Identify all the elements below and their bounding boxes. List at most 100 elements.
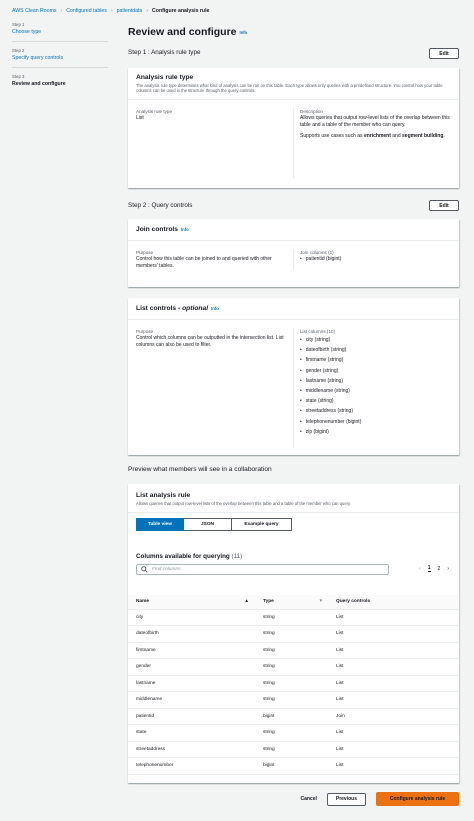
cell-type: string [255, 658, 328, 676]
header-label: Name [136, 599, 150, 605]
join-controls-card: Join controls Info Purpose Control how th… [128, 219, 459, 287]
list-item: gender (string) [300, 366, 451, 376]
table-row: lastname string List [128, 675, 459, 692]
cell-name: middlename [128, 691, 255, 709]
step-link-choose-type[interactable]: Choose type [12, 29, 108, 35]
info-link[interactable]: Info [211, 306, 219, 311]
chevron-right-icon[interactable]: › [447, 566, 449, 572]
wizard-step-1: Step 1 Choose type [12, 22, 108, 42]
step-number: Step 3 [12, 74, 25, 79]
field-value: Control which columns can be outputted i… [136, 335, 284, 348]
header-label: Type [263, 599, 274, 605]
rule-type-column: Analysis rule type List [136, 108, 294, 178]
cell-type: bigint [255, 757, 328, 775]
previous-button[interactable]: Previous [326, 792, 366, 806]
cell-name: state [128, 724, 255, 742]
chevron-left-icon[interactable]: ‹ [419, 566, 421, 572]
card-body: Analysis rule type List Description Allo… [128, 100, 459, 186]
step1-edit-button[interactable]: Edit [429, 48, 459, 59]
use-case-and: and [390, 133, 403, 139]
cell-name: lastname [128, 675, 255, 692]
list-item: city (string) [300, 335, 451, 345]
step2-edit-button[interactable]: Edit [429, 200, 459, 211]
cell-name: firstname [128, 642, 255, 659]
breadcrumb-link-configured-tables[interactable]: Configured tables [66, 8, 107, 14]
step1-heading: Step 1 : Analysis rule type [128, 49, 201, 56]
list-controls-title: List controls - [136, 305, 183, 312]
use-case-enrichment: enrichment [363, 133, 391, 139]
page-title: Review and configure Info [128, 26, 247, 38]
list-columns-column: List columns (10) city (string) dateofbi… [294, 328, 451, 448]
cell-type: string [255, 609, 328, 626]
cell-query-control: List [328, 642, 459, 659]
join-controls-title: Join controls [136, 226, 178, 233]
cell-query-control: List [328, 675, 459, 692]
cancel-button[interactable]: Cancel [300, 796, 316, 802]
table-row: state string List [128, 724, 459, 742]
step-number: Step 2 [12, 48, 25, 53]
analysis-rule-type-card: Analysis rule type The analysis rule typ… [128, 68, 459, 188]
list-item: lastname (string) [300, 376, 451, 386]
search-icon [141, 566, 148, 573]
column-header-name[interactable]: Name ▲ [128, 595, 255, 610]
cell-type: string [255, 642, 328, 659]
card-body: Purpose Control how this table can be jo… [128, 241, 459, 278]
field-value: List [136, 115, 144, 121]
cell-query-control: Join [328, 708, 459, 725]
wizard-footer-actions: Cancel Previous Configure analysis rule [300, 792, 459, 806]
page-2[interactable]: 2 [438, 566, 441, 572]
list-item: streetaddress (string) [300, 406, 451, 416]
step-number: Step 1 [12, 22, 25, 27]
info-link[interactable]: Info [240, 30, 248, 35]
cell-name: streetaddress [128, 741, 255, 758]
page-1[interactable]: 1 [427, 565, 431, 572]
cell-name: city [128, 609, 255, 626]
list-analysis-rule-preview-card: List analysis rule Allows queries that o… [128, 484, 459, 783]
purpose-column: Purpose Control which columns can be out… [136, 328, 294, 448]
use-case-prefix: Supports use cases such as [300, 133, 364, 139]
card-title: Join controls Info [136, 226, 451, 233]
wizard-step-3: Step 3 Review and configure [12, 74, 108, 93]
list-columns-list: city (string) dateofbirth (string) first… [300, 335, 451, 437]
breadcrumb-link-patientdata[interactable]: patientdata [117, 8, 143, 14]
sort-icon[interactable]: ▾ [320, 599, 322, 604]
cell-query-control: List [328, 757, 459, 775]
columns-title: Columns available for querying [136, 553, 230, 560]
breadcrumb-link-clean-rooms[interactable]: AWS Clean Rooms [12, 8, 57, 14]
purpose-column: Purpose Control how this table can be jo… [136, 249, 294, 270]
cell-query-control: List [328, 658, 459, 676]
column-header-query-controls[interactable]: Query controls [328, 595, 459, 610]
table-row: telephonenumber bigint List [128, 757, 459, 775]
list-item: dateofbirth (string) [300, 345, 451, 355]
cell-type: bigint [255, 708, 328, 725]
column-header-type[interactable]: Type ▾ [255, 595, 328, 610]
list-item: firstname (string) [300, 355, 451, 365]
tab-example-query[interactable]: Example query [232, 518, 292, 531]
cell-name: telephonenumber [128, 757, 255, 775]
search-input[interactable]: Find columns [136, 564, 389, 575]
optional-label: optional [182, 305, 209, 312]
info-link[interactable]: Info [181, 227, 189, 232]
card-description: The analysis rule type determines what k… [136, 83, 443, 93]
pagination: ‹ 1 2 › [419, 565, 449, 572]
cell-type: string [255, 724, 328, 742]
chevron-right-icon: › [110, 8, 113, 14]
chevron-right-icon: › [146, 8, 149, 14]
step2-heading: Step 2 : Query controls [128, 202, 193, 209]
tab-table-view[interactable]: Table view [136, 518, 184, 531]
join-columns-list: patientid (bigint) [300, 256, 451, 263]
step-link-query-controls[interactable]: Specify query controls [12, 55, 108, 61]
columns-heading: Columns available for querying (11) [136, 553, 242, 560]
cell-type: string [255, 691, 328, 709]
tab-json[interactable]: JSON [184, 518, 232, 531]
cell-name: gender [128, 658, 255, 676]
view-segmented-control: Table view JSON Example query [136, 518, 451, 531]
configure-analysis-rule-button[interactable]: Configure analysis rule [376, 792, 459, 806]
columns-table: Name ▲ Type ▾ Query controls city string Lis… [128, 595, 459, 775]
card-header: List analysis rule Allows queries that o… [128, 484, 459, 506]
list-item: state (string) [300, 396, 451, 406]
card-header: List controls - optional Info [128, 298, 459, 320]
header-label: Query controls [336, 599, 371, 605]
sort-descending-icon[interactable]: ▲ [244, 599, 249, 604]
use-case-end: . [443, 133, 445, 139]
